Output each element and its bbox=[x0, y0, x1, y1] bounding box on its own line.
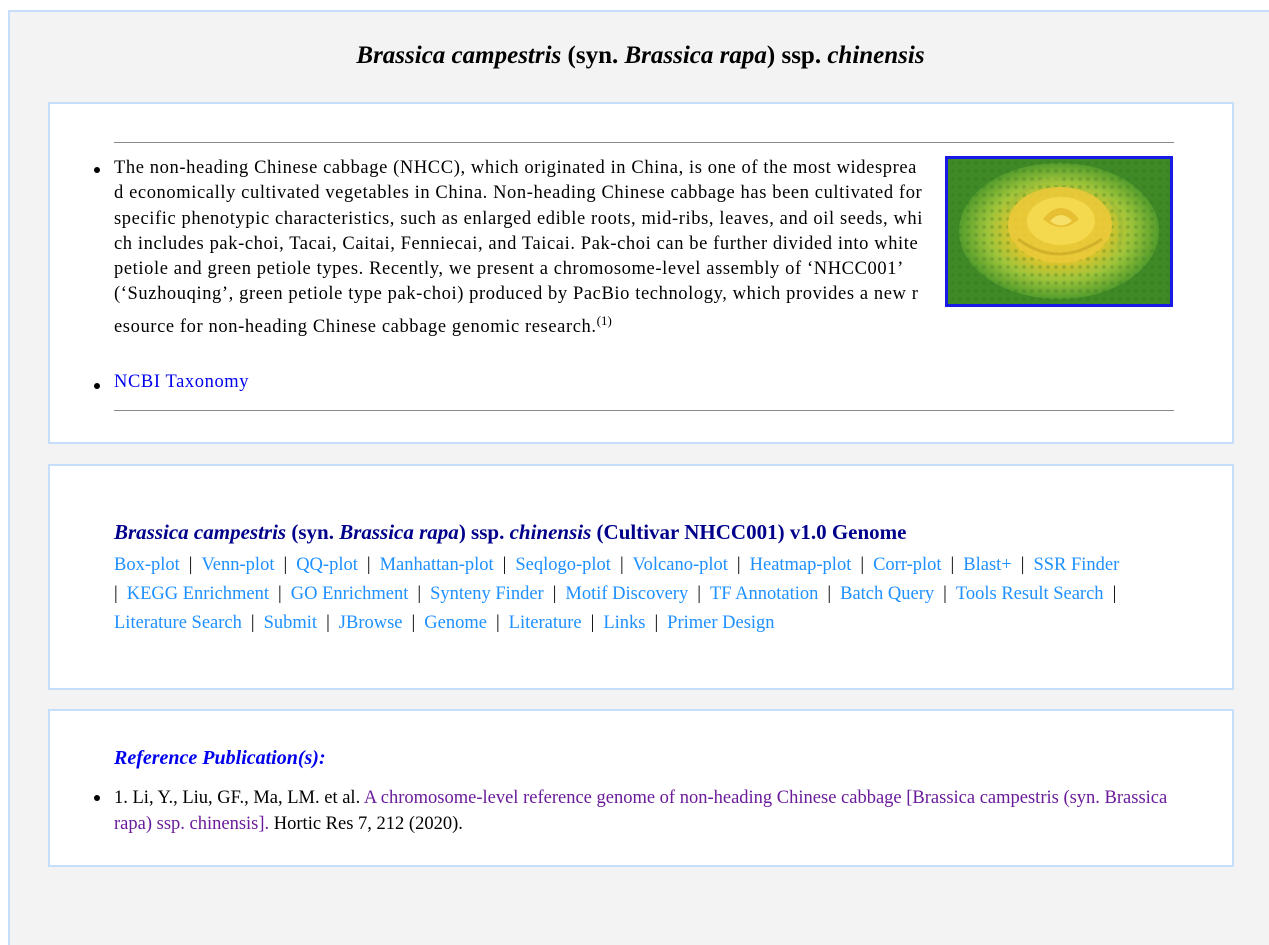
genome-tools-panel: Brassica campestris (syn. Brassica rapa)… bbox=[48, 464, 1234, 690]
cabbage-image bbox=[948, 159, 1170, 304]
tool-links-nav: Box-plot | Venn-plot | QQ-plot | Manhattan-plo… bbox=[114, 551, 1174, 638]
tool-link-venn-plot[interactable]: Venn-plot bbox=[202, 555, 275, 575]
tool-separator: | bbox=[697, 584, 701, 604]
title-ssp: ) ssp. bbox=[766, 42, 828, 69]
tool-separator: | bbox=[654, 613, 659, 633]
tool-link-primer-design[interactable]: Primer Design bbox=[667, 613, 774, 633]
tool-separator: | bbox=[943, 584, 947, 604]
tool-link-volcano-plot[interactable]: Volcano-plot bbox=[633, 555, 728, 575]
tool-link-manhattan-plot[interactable]: Manhattan-plot bbox=[380, 555, 494, 575]
tool-link-kegg-enrichment[interactable]: KEGG Enrichment bbox=[127, 584, 269, 604]
tool-separator: | bbox=[188, 555, 193, 575]
tool-link-ssr-finder[interactable]: SSR Finder bbox=[1033, 555, 1119, 575]
tool-link-jbrowse[interactable]: JBrowse bbox=[339, 613, 403, 633]
tool-separator: | bbox=[366, 555, 371, 575]
tool-link-literature[interactable]: Literature bbox=[509, 613, 582, 633]
tool-separator: | bbox=[495, 613, 500, 633]
tool-link-literature-search[interactable]: Literature Search bbox=[114, 613, 242, 633]
bottom-divider bbox=[114, 410, 1174, 411]
tool-link-box-plot[interactable]: Box-plot bbox=[114, 555, 180, 575]
tool-link-tools-result-search[interactable]: Tools Result Search bbox=[956, 584, 1104, 604]
tool-link-links[interactable]: Links bbox=[603, 613, 645, 633]
cabbage-photo bbox=[945, 156, 1173, 307]
genome-subspecies: chinensis bbox=[509, 520, 592, 544]
genome-genus-1: Brassica campestris bbox=[114, 520, 287, 544]
tool-separator: | bbox=[417, 584, 422, 604]
tool-separator: | bbox=[114, 584, 118, 604]
bullet-dot bbox=[94, 383, 100, 389]
page-background: Brassica campestris (syn. Brassica rapa)… bbox=[8, 10, 1269, 945]
tool-separator: | bbox=[619, 555, 624, 575]
tool-link-heatmap-plot[interactable]: Heatmap-plot bbox=[750, 555, 852, 575]
tool-link-batch-query[interactable]: Batch Query bbox=[840, 584, 934, 604]
tool-separator: | bbox=[326, 613, 330, 633]
page-title: Brassica campestris (syn. Brassica rapa)… bbox=[10, 42, 1269, 70]
tool-link-tf-annotation[interactable]: TF Annotation bbox=[710, 584, 818, 604]
tool-separator: | bbox=[283, 555, 288, 575]
tool-separator: | bbox=[590, 613, 595, 633]
tool-link-qq-plot[interactable]: QQ-plot bbox=[296, 555, 358, 575]
tool-separator: | bbox=[278, 584, 282, 604]
tool-link-seqlogo-plot[interactable]: Seqlogo-plot bbox=[515, 555, 611, 575]
reference-authors: 1. Li, Y., Liu, GF., Ma, LM. et al. bbox=[114, 788, 364, 808]
reference-panel: Reference Publication(s): 1. Li, Y., Liu… bbox=[48, 709, 1234, 867]
title-syn-open: (syn. bbox=[561, 42, 625, 69]
tool-separator: | bbox=[552, 584, 557, 604]
tool-separator: | bbox=[1112, 584, 1117, 604]
tool-link-go-enrichment[interactable]: GO Enrichment bbox=[291, 584, 409, 604]
tool-link-submit[interactable]: Submit bbox=[264, 613, 317, 633]
bullet-dot bbox=[94, 167, 100, 173]
ncbi-taxonomy-link[interactable]: NCBI Taxonomy bbox=[114, 372, 249, 393]
description-text: The non-heading Chinese cabbage (NHCC), … bbox=[114, 158, 924, 337]
bullet-dot bbox=[94, 795, 100, 801]
footnote-ref: (1) bbox=[596, 312, 612, 328]
genome-suffix: (Cultivar NHCC001) v1.0 Genome bbox=[591, 520, 907, 544]
genome-ssp: ) ssp. bbox=[458, 520, 510, 544]
title-genus-2: Brassica rapa bbox=[624, 42, 767, 69]
species-description: The non-heading Chinese cabbage (NHCC), … bbox=[114, 156, 924, 340]
intro-panel: The non-heading Chinese cabbage (NHCC), … bbox=[48, 102, 1234, 444]
tool-link-corr-plot[interactable]: Corr-plot bbox=[873, 555, 941, 575]
reference-heading: Reference Publication(s): bbox=[114, 747, 326, 769]
tool-separator: | bbox=[736, 555, 741, 575]
tool-separator: | bbox=[411, 613, 416, 633]
tool-separator: | bbox=[950, 555, 955, 575]
tool-separator: | bbox=[250, 613, 255, 633]
genome-genus-2: Brassica rapa bbox=[339, 520, 459, 544]
tool-link-blast[interactable]: Blast+ bbox=[963, 555, 1011, 575]
genome-syn-open: (syn. bbox=[286, 520, 340, 544]
tool-link-synteny-finder[interactable]: Synteny Finder bbox=[430, 584, 544, 604]
reference-entry: 1. Li, Y., Liu, GF., Ma, LM. et al. A ch… bbox=[114, 785, 1174, 837]
tool-separator: | bbox=[1020, 555, 1025, 575]
tool-link-genome[interactable]: Genome bbox=[424, 613, 487, 633]
title-genus-1: Brassica campestris bbox=[356, 42, 562, 69]
tool-separator: | bbox=[502, 555, 507, 575]
tool-separator: | bbox=[827, 584, 832, 604]
genome-title: Brassica campestris (syn. Brassica rapa)… bbox=[114, 520, 906, 545]
tool-link-motif-discovery[interactable]: Motif Discovery bbox=[565, 584, 688, 604]
tool-separator: | bbox=[860, 555, 865, 575]
title-subspecies: chinensis bbox=[827, 42, 925, 69]
reference-journal: Hortic Res 7, 212 (2020). bbox=[269, 814, 463, 834]
top-divider bbox=[114, 142, 1174, 143]
